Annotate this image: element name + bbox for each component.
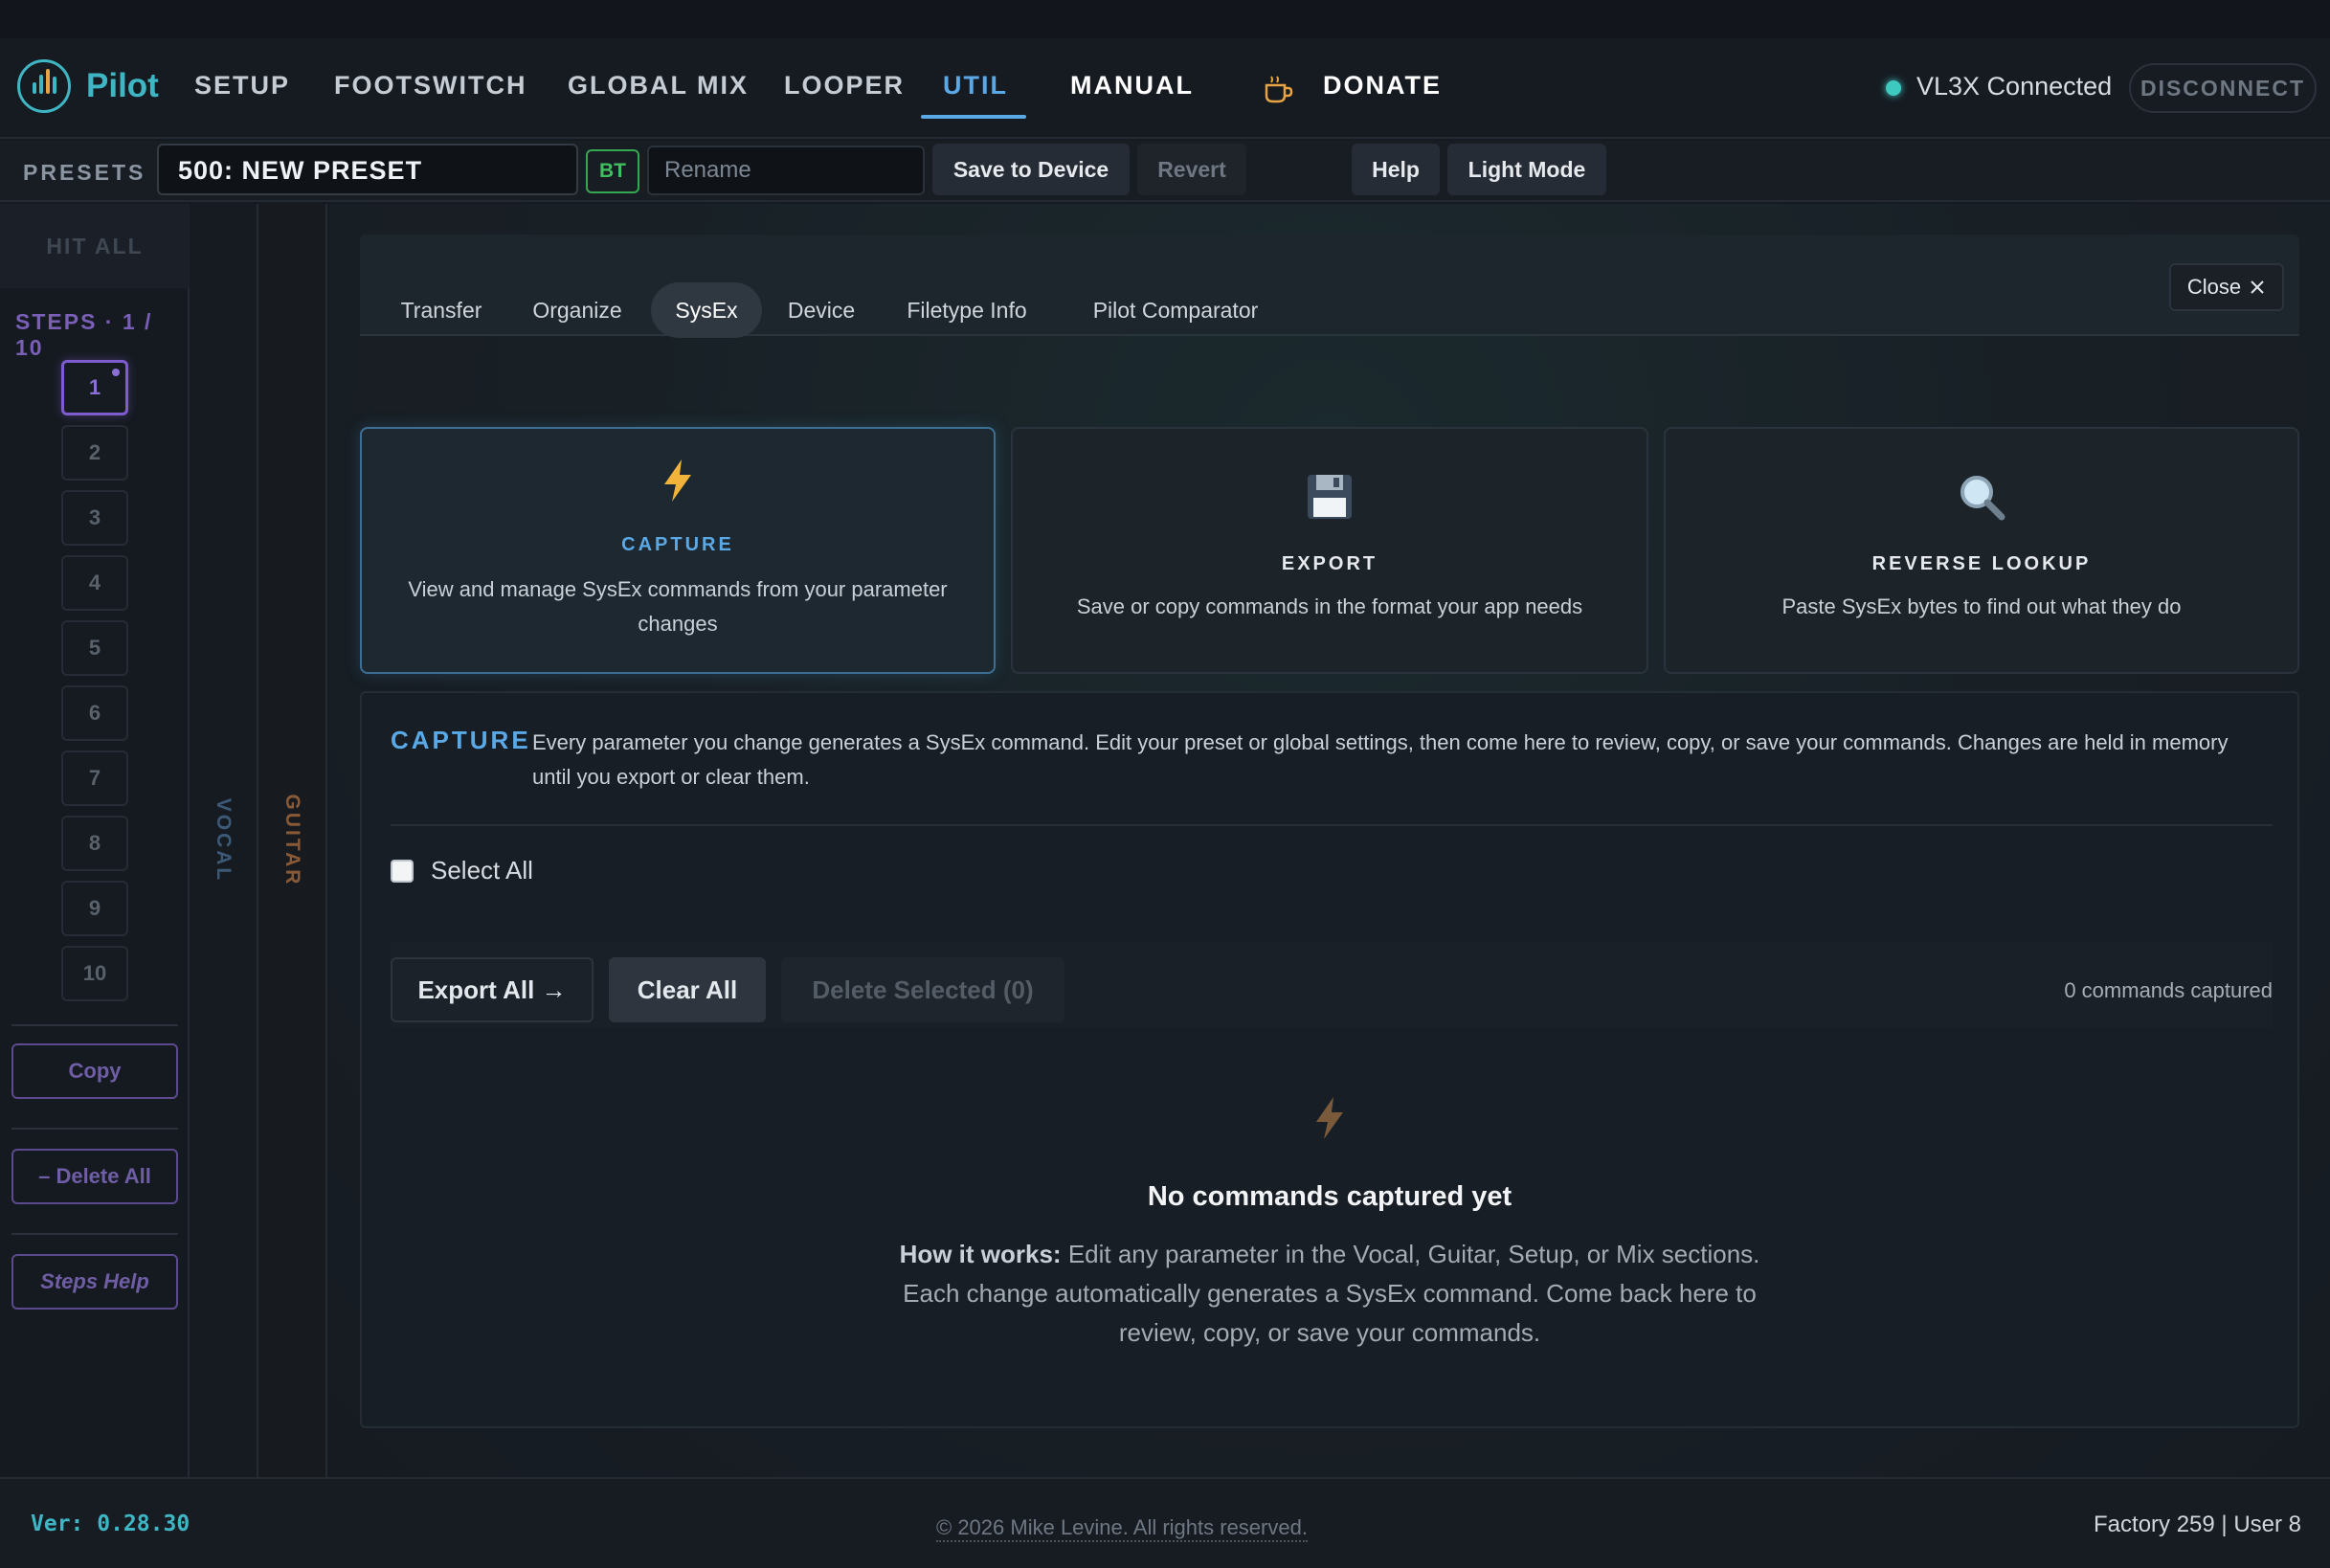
step-active-dot	[112, 369, 120, 376]
steps-help-button[interactable]: Steps Help	[11, 1254, 178, 1310]
capture-panel: CAPTURE Every parameter you change gener…	[360, 691, 2299, 1428]
empty-state-description: How it works: Edit any parameter in the …	[899, 1235, 1760, 1353]
export-all-button[interactable]: Export All →	[391, 957, 594, 1022]
close-label: Close	[2186, 275, 2242, 299]
revert-button[interactable]: Revert	[1137, 144, 1246, 195]
step-button-9[interactable]: 9	[61, 881, 128, 936]
step-button-3[interactable]: 3	[61, 490, 128, 546]
nav-setup[interactable]: SETUP	[194, 71, 290, 101]
step-button-7[interactable]: 7	[61, 750, 128, 806]
select-all-checkbox[interactable]	[391, 859, 414, 883]
util-tabs-bar: Transfer Organize SysEx Device Filetype …	[360, 235, 2299, 338]
rename-input[interactable]	[647, 146, 925, 195]
divider	[11, 1024, 178, 1026]
vocal-column[interactable]: VOCAL	[190, 204, 258, 1477]
waveform-logo-icon	[17, 59, 71, 113]
steps-sidebar: HIT ALL STEPS · 1 / 10 1 2 3 4 5 6 7 8 9…	[0, 204, 190, 1477]
nav-looper[interactable]: LOOPER	[784, 71, 905, 101]
capture-card-title: CAPTURE	[621, 534, 734, 555]
empty-state-lead: How it works:	[899, 1240, 1062, 1268]
preset-counts: Factory 259 | User 8	[2094, 1512, 2301, 1537]
reverse-lookup-card[interactable]: REVERSE LOOKUP Paste SysEx bytes to find…	[1664, 427, 2299, 674]
nav-active-underline	[921, 115, 1026, 119]
close-icon	[2251, 280, 2264, 294]
steps-label: STEPS · 1 / 10	[15, 309, 153, 360]
preset-selector[interactable]: 500: NEW PRESET	[157, 144, 578, 195]
footer: Ver: 0.28.30 © 2026 Mike Levine. All rig…	[0, 1477, 2330, 1568]
floppy-disk-icon	[1308, 475, 1352, 519]
step-button-4[interactable]: 4	[61, 555, 128, 611]
tab-filetype-info[interactable]: Filetype Info	[881, 282, 1053, 338]
delete-all-steps-button[interactable]: – Delete All	[11, 1149, 178, 1204]
step-button-5[interactable]: 5	[61, 620, 128, 676]
export-card-title: EXPORT	[1281, 553, 1378, 574]
copyright-link[interactable]: © 2026 Mike Levine. All rights reserved.	[936, 1515, 1308, 1542]
help-button[interactable]: Help	[1352, 144, 1440, 195]
capture-card-desc: View and manage SysEx commands from your…	[408, 577, 948, 636]
capture-description: Every parameter you change generates a S…	[532, 730, 2229, 789]
nav-donate[interactable]: DONATE	[1323, 71, 1442, 101]
empty-state-title: No commands captured yet	[1147, 1181, 1512, 1212]
close-button[interactable]: Close	[2169, 263, 2284, 311]
step-button-1[interactable]: 1	[61, 360, 128, 415]
capture-card[interactable]: CAPTURE View and manage SysEx commands f…	[360, 427, 996, 674]
export-card[interactable]: EXPORT Save or copy commands in the form…	[1011, 427, 1648, 674]
divider	[391, 824, 2273, 826]
copy-steps-button[interactable]: Copy	[11, 1043, 178, 1099]
tab-sysex[interactable]: SysEx	[651, 282, 762, 338]
step-button-2[interactable]: 2	[61, 425, 128, 481]
commands-count: 0 commands captured	[2064, 978, 2273, 1002]
guitar-label: GUITAR	[281, 794, 303, 887]
lightning-icon	[1316, 1097, 1343, 1139]
nav-util[interactable]: UTIL	[943, 71, 1008, 101]
coffee-cup-icon[interactable]	[1262, 73, 1294, 105]
version-label: Ver: 0.28.30	[31, 1512, 190, 1536]
connection-status: VL3X Connected	[1916, 72, 2113, 101]
util-main-panel: Transfer Organize SysEx Device Filetype …	[329, 204, 2330, 1477]
nav-manual[interactable]: MANUAL	[1070, 71, 1194, 101]
app-root: Pilot SETUP FOOTSWITCH GLOBAL MIX LOOPER…	[0, 0, 2330, 1568]
magnifier-icon	[1960, 476, 2005, 521]
bt-badge[interactable]: BT	[586, 149, 639, 193]
lightning-icon	[664, 459, 691, 502]
vocal-label: VOCAL	[213, 797, 235, 884]
connection-status-dot	[1886, 80, 1901, 96]
reverse-lookup-card-desc: Paste SysEx bytes to find out what they …	[1781, 594, 2182, 618]
step-button-10[interactable]: 10	[61, 946, 128, 1001]
divider	[11, 1128, 178, 1130]
save-to-device-button[interactable]: Save to Device	[932, 144, 1130, 195]
select-all-row[interactable]: Select All	[391, 856, 533, 885]
light-mode-button[interactable]: Light Mode	[1447, 144, 1606, 195]
logo-text: Pilot	[86, 67, 159, 104]
presets-bar: PRESETS 500: NEW PRESET BT Save to Devic…	[0, 141, 2330, 202]
divider	[11, 1233, 178, 1235]
export-card-desc: Save or copy commands in the format your…	[1076, 594, 1583, 618]
presets-label: PRESETS	[23, 160, 146, 185]
clear-all-button[interactable]: Clear All	[609, 957, 766, 1022]
hit-all-button[interactable]: HIT ALL	[0, 204, 190, 288]
capture-heading: CAPTURE	[391, 726, 531, 754]
step-button-8[interactable]: 8	[61, 816, 128, 871]
nav-global-mix[interactable]: GLOBAL MIX	[568, 71, 749, 101]
reverse-lookup-card-title: REVERSE LOOKUP	[1871, 553, 2092, 574]
logo[interactable]: Pilot	[17, 59, 159, 113]
select-all-label[interactable]: Select All	[431, 856, 533, 885]
tab-pilot-comparator[interactable]: Pilot Comparator	[1061, 282, 1290, 338]
capture-actions: Export All → Clear All Delete Selected (…	[391, 942, 2273, 1028]
window-top-strip	[0, 0, 2330, 38]
tab-organize[interactable]: Organize	[511, 282, 643, 338]
delete-selected-button[interactable]: Delete Selected (0)	[781, 957, 1064, 1022]
disconnect-button[interactable]: DISCONNECT	[2129, 63, 2317, 113]
tab-device[interactable]: Device	[770, 282, 873, 338]
step-button-6[interactable]: 6	[61, 685, 128, 741]
nav-footswitch[interactable]: FOOTSWITCH	[334, 71, 526, 101]
guitar-column[interactable]: GUITAR	[258, 204, 327, 1477]
tab-transfer[interactable]: Transfer	[379, 282, 504, 338]
